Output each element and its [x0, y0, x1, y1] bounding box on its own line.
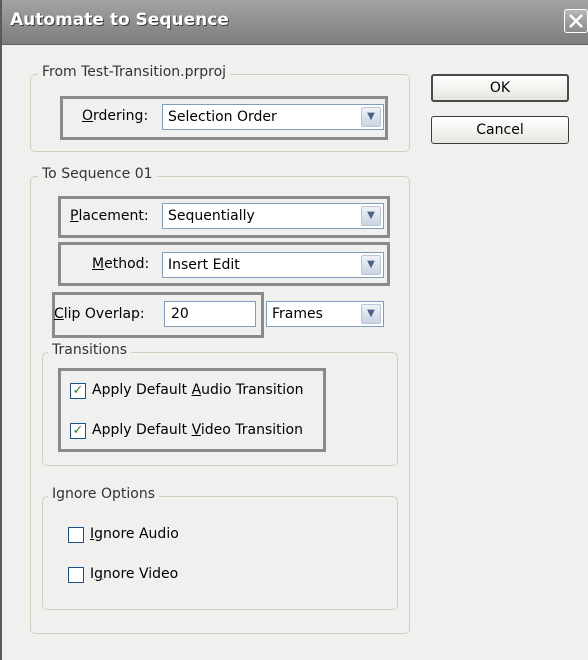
chevron-down-icon: ▼ — [361, 255, 381, 275]
ordering-select[interactable]: Selection Order ▼ — [162, 104, 384, 130]
apply-video-transition-label[interactable]: Apply Default Video Transition — [92, 422, 303, 438]
apply-audio-transition-checkbox[interactable]: ✓ — [70, 383, 86, 399]
transitions-legend: Transitions — [48, 342, 131, 358]
chevron-down-icon: ▼ — [361, 107, 381, 127]
ignore-options-group — [42, 496, 398, 610]
close-icon — [569, 14, 583, 28]
placement-value: Sequentially — [168, 208, 255, 224]
method-label: Method: — [92, 256, 150, 272]
ordering-label: Ordering: — [82, 108, 149, 124]
close-button[interactable] — [564, 9, 588, 33]
title-bar[interactable]: Automate to Sequence — [2, 0, 588, 45]
clip-overlap-input[interactable]: 20 — [164, 301, 256, 327]
cancel-button[interactable]: Cancel — [431, 116, 569, 144]
ignore-video-checkbox[interactable] — [68, 567, 84, 583]
from-group-legend: From Test-Transition.prproj — [38, 64, 231, 80]
apply-video-transition-checkbox[interactable]: ✓ — [70, 423, 86, 439]
ignore-video-label[interactable]: Ignore Video — [90, 566, 178, 582]
ignore-options-legend: Ignore Options — [48, 486, 159, 502]
chevron-down-icon: ▼ — [361, 206, 381, 226]
chevron-down-icon: ▼ — [361, 304, 381, 324]
method-value: Insert Edit — [168, 257, 240, 273]
ignore-audio-checkbox[interactable] — [68, 527, 84, 543]
transitions-highlight — [58, 368, 326, 452]
cancel-button-label: Cancel — [476, 122, 524, 138]
method-select[interactable]: Insert Edit ▼ — [162, 252, 384, 278]
clip-overlap-unit-value: Frames — [272, 306, 323, 322]
to-group-legend: To Sequence 01 — [38, 166, 157, 182]
clip-overlap-label: Clip Overlap: — [54, 306, 145, 322]
window-title: Automate to Sequence — [10, 10, 229, 30]
ok-button-label: OK — [489, 80, 511, 96]
ok-button[interactable]: OK — [431, 74, 569, 102]
placement-select[interactable]: Sequentially ▼ — [162, 203, 384, 229]
checkmark-icon: ✓ — [72, 383, 84, 398]
apply-audio-transition-label[interactable]: Apply Default Audio Transition — [92, 382, 304, 398]
ignore-audio-label[interactable]: Ignore Audio — [90, 526, 179, 542]
clip-overlap-unit-select[interactable]: Frames ▼ — [266, 301, 384, 327]
placement-label: Placement: — [70, 208, 149, 224]
checkmark-icon: ✓ — [72, 423, 84, 438]
clip-overlap-value: 20 — [171, 306, 189, 322]
ordering-value: Selection Order — [168, 109, 277, 125]
dialog-window: Automate to Sequence OK Cancel From Test… — [0, 0, 588, 660]
